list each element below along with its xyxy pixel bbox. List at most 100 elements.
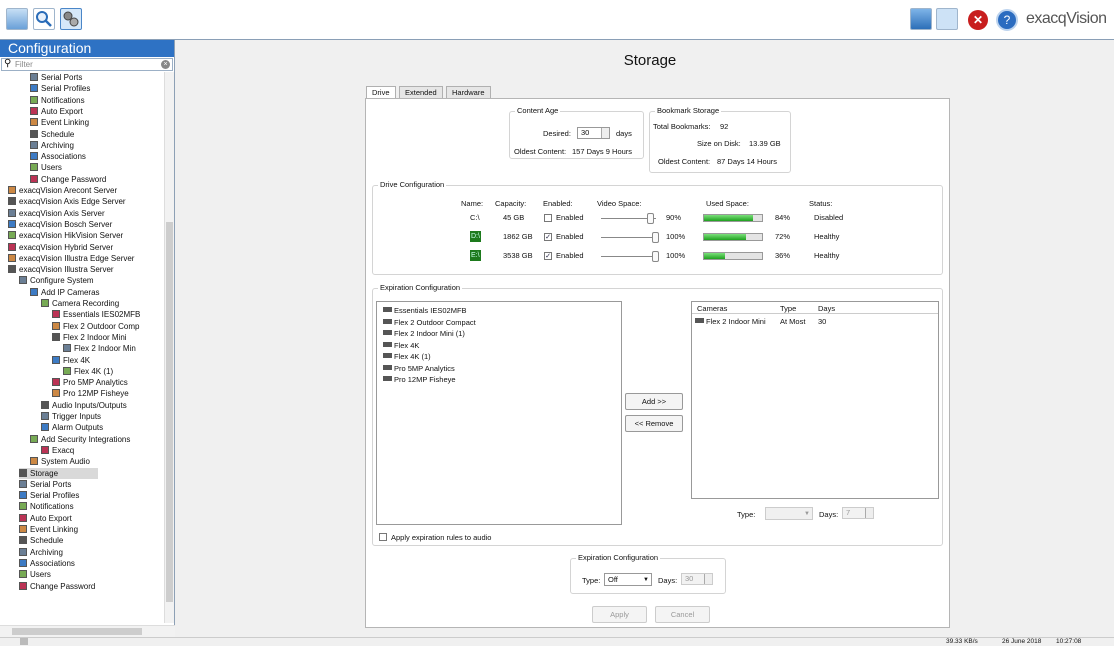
sidebar-item[interactable]: Archiving (30, 140, 74, 151)
sidebar-item[interactable]: Flex 4K (1) (63, 366, 113, 377)
spinner-arrows[interactable] (865, 508, 873, 518)
sidebar-item[interactable]: Auto Export (19, 513, 72, 524)
search-icon[interactable] (33, 8, 55, 30)
bottom-type-dropdown[interactable]: Off ▼ (604, 573, 652, 586)
tree-node-icon (52, 378, 60, 387)
col-name: Name: (461, 199, 484, 208)
cancel-button[interactable]: Cancel (655, 606, 710, 623)
sidebar-item[interactable]: Serial Profiles (19, 490, 79, 501)
tab-extended[interactable]: Extended (399, 86, 443, 98)
sidebar-item[interactable]: Notifications (30, 95, 85, 106)
drive-enabled-checkbox[interactable] (544, 214, 552, 222)
sidebar-item[interactable]: Auto Export (30, 106, 83, 117)
layout-icon[interactable] (910, 8, 932, 30)
clear-filter-icon[interactable]: × (161, 60, 170, 69)
tree-node-icon (41, 445, 49, 454)
sidebar-item[interactable]: Event Linking (19, 524, 78, 535)
apply-button[interactable]: Apply (592, 606, 647, 623)
sidebar-item[interactable]: Serial Ports (30, 72, 82, 83)
help-icon[interactable]: ? (996, 9, 1018, 31)
video-space-slider-handle[interactable] (647, 213, 654, 224)
sidebar-item[interactable]: System Audio (30, 456, 90, 467)
sidebar-item[interactable]: Users (30, 162, 62, 173)
tree-node-icon (41, 412, 49, 420)
sidebar-item[interactable]: Camera Recording (41, 298, 119, 309)
days-spinner[interactable]: 7 (842, 507, 874, 519)
spinner-arrows[interactable] (704, 574, 712, 584)
sidebar-item[interactable]: exacqVision Illustra Server (8, 264, 114, 275)
sidebar-horizontal-scrollbar[interactable] (0, 625, 175, 637)
camera-list-item[interactable]: Flex 2 Indoor Mini (1) (383, 328, 465, 339)
drive-enabled-checkbox[interactable]: ✓ (544, 252, 552, 260)
spinner-arrows[interactable] (601, 128, 609, 138)
sidebar-item[interactable]: Exacq (41, 445, 74, 456)
sidebar-item[interactable]: Serial Profiles (30, 83, 90, 94)
sidebar-item[interactable]: Alarm Outputs (41, 422, 103, 433)
sidebar-item[interactable]: Schedule (30, 129, 74, 140)
sidebar-item[interactable]: Audio Inputs/Outputs (41, 400, 127, 411)
sidebar-item[interactable]: Change Password (30, 174, 106, 185)
filter-field[interactable]: ⚲ Filter × (1, 58, 173, 71)
sidebar-item[interactable]: Add IP Cameras (30, 287, 100, 298)
available-cameras-list[interactable]: Essentials IES02MFB Flex 2 Outdoor Compac… (376, 301, 622, 525)
sidebar-item[interactable]: Flex 2 Indoor Min (63, 343, 136, 354)
config-gear-icon[interactable] (60, 8, 82, 30)
add-button[interactable]: Add >> (625, 393, 683, 410)
sidebar-item[interactable]: Serial Ports (19, 479, 71, 490)
sidebar-item[interactable]: exacqVision Axis Server (8, 208, 105, 219)
camera-list-item[interactable]: Flex 4K (1) (383, 351, 431, 362)
panel-toggle-icon[interactable] (936, 8, 958, 30)
scroll-thumb-h[interactable] (12, 628, 142, 635)
sidebar-item[interactable]: Change Password (19, 581, 95, 592)
drive-enabled-checkbox[interactable]: ✓ (544, 233, 552, 241)
camera-list-item[interactable]: Flex 4K (383, 340, 419, 351)
scroll-thumb[interactable] (166, 222, 173, 602)
camera-list-item[interactable]: Flex 2 Outdoor Compact (383, 317, 476, 328)
remove-button[interactable]: << Remove (625, 415, 683, 432)
sidebar-item[interactable]: Associations (19, 558, 75, 569)
drive-name: D:\ (470, 231, 481, 242)
bottom-days-spinner[interactable]: 30 (681, 573, 713, 585)
config-tree: Serial Ports Serial Profiles Notifications… (0, 72, 165, 623)
sidebar-item[interactable]: Pro 12MP Fisheye (52, 388, 129, 399)
camera-list-item[interactable]: Pro 5MP Analytics (383, 363, 455, 374)
tab-hardware[interactable]: Hardware (446, 86, 491, 98)
camera-list-item[interactable]: Essentials IES02MFB (383, 305, 467, 316)
sidebar-item[interactable]: Configure System (19, 275, 94, 286)
sidebar-item[interactable]: Archiving (19, 547, 63, 558)
table-row[interactable]: Flex 2 Indoor Mini At Most 30 (692, 316, 938, 327)
sidebar-item[interactable]: exacqVision Arecont Server (8, 185, 117, 196)
sidebar-item[interactable]: Flex 4K (52, 355, 90, 366)
sidebar-item[interactable]: Storage (19, 467, 99, 479)
sidebar-item[interactable]: Flex 2 Indoor Mini (52, 332, 127, 343)
sidebar-item[interactable]: Event Linking (30, 117, 89, 128)
sidebar-item[interactable]: Flex 2 Outdoor Comp (52, 321, 139, 332)
sidebar-item[interactable]: Users (19, 569, 51, 580)
sidebar-item[interactable]: exacqVision Axis Edge Server (8, 196, 126, 207)
apply-audio-checkbox[interactable] (379, 533, 387, 541)
sidebar-item[interactable]: exacqVision Hybrid Server (8, 242, 113, 253)
live-view-icon[interactable] (6, 8, 28, 30)
tree-node-icon (30, 95, 38, 104)
camera-list-item[interactable]: Pro 12MP Fisheye (383, 374, 456, 385)
sidebar-vertical-scrollbar[interactable] (164, 72, 174, 623)
sidebar-item[interactable]: exacqVision Bosch Server (8, 219, 112, 230)
sidebar-item[interactable]: Trigger Inputs (41, 411, 101, 422)
sidebar-item[interactable]: Essentials IES02MFB (52, 309, 140, 320)
sidebar-item-label: Change Password (30, 581, 96, 591)
sidebar-item[interactable]: Add Security Integrations (30, 434, 130, 445)
sidebar-item[interactable]: Schedule (19, 535, 63, 546)
sidebar-item[interactable]: Notifications (19, 501, 74, 512)
type-dropdown[interactable]: ▼ (765, 507, 813, 520)
desired-days-spinner[interactable]: 30 (577, 127, 610, 139)
used-space-bar (703, 252, 763, 260)
sidebar-item[interactable]: exacqVision HikVision Server (8, 230, 123, 241)
assigned-cameras-table[interactable]: Cameras Type Days Flex 2 Indoor Mini At … (691, 301, 939, 499)
sidebar-item-label: Users (30, 570, 51, 580)
video-space-slider-handle[interactable] (652, 251, 659, 262)
alert-icon[interactable]: ✕ (968, 10, 988, 30)
sidebar-item[interactable]: Associations (30, 151, 86, 162)
video-space-slider-handle[interactable] (652, 232, 659, 243)
sidebar-item[interactable]: Pro 5MP Analytics (52, 377, 128, 388)
sidebar-item[interactable]: exacqVision Illustra Edge Server (8, 253, 134, 264)
